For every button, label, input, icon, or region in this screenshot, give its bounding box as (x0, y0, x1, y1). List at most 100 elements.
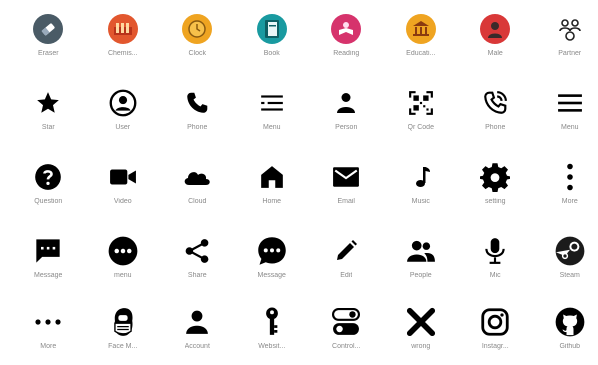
icon-label: Male (487, 50, 503, 57)
icon-tile-control[interactable]: Control... (309, 299, 384, 355)
music-icon (406, 162, 436, 192)
phone-call-icon (480, 88, 510, 118)
icon-tile-education[interactable]: Educati... (384, 10, 459, 66)
icon-tile-share[interactable]: Share (160, 224, 235, 299)
icon-label: menu (113, 272, 132, 279)
icon-tile-hamburger[interactable]: Menu (533, 66, 598, 150)
icon-tile-message[interactable]: Message (11, 224, 86, 299)
eraser-icon (33, 14, 64, 44)
icon-label: Control... (332, 343, 361, 350)
qr-code-icon (406, 88, 436, 118)
icon-label: Menu (560, 124, 579, 131)
menu-dots-icon (108, 236, 138, 266)
icon-tile-clock[interactable]: Clock (160, 10, 235, 66)
icon-label: Email (337, 198, 355, 205)
icon-label: Person (335, 124, 358, 131)
icon-tile-website-key[interactable]: Websit... (235, 299, 310, 355)
icon-tile-qr-code[interactable]: Qr Code (384, 66, 459, 150)
icon-label: wrong (411, 343, 431, 350)
people-icon (406, 236, 436, 266)
icon-label: People (409, 272, 432, 279)
book-icon (256, 14, 287, 44)
icon-label: Mic (489, 272, 501, 279)
icon-label: Qr Code (407, 124, 434, 131)
icon-tile-phone-call[interactable]: Phone (458, 66, 533, 150)
icon-label: More (561, 198, 578, 205)
icon-label: setting (484, 198, 506, 205)
wrong-icon (406, 307, 436, 337)
icon-label: Menu (262, 124, 281, 131)
message-icon (33, 236, 63, 266)
icon-tile-phone[interactable]: Phone (160, 66, 235, 150)
icon-tile-male[interactable]: Male (458, 10, 533, 66)
icon-tile-user[interactable]: User (86, 66, 161, 150)
gear-icon (480, 162, 511, 192)
hamburger-icon (555, 88, 585, 118)
phone-icon (182, 88, 212, 118)
cloud-icon (182, 162, 212, 192)
icon-tile-github[interactable]: Github (533, 299, 598, 355)
icon-label: Cloud (188, 198, 207, 205)
instagram-icon (480, 307, 510, 337)
icon-tile-more-horizontal[interactable]: More (11, 299, 86, 355)
icon-tile-wrong[interactable]: wrong (384, 299, 459, 355)
steam-icon (555, 236, 585, 266)
icon-tile-star[interactable]: Star (11, 66, 86, 150)
icon-tile-mic[interactable]: Mic (458, 224, 533, 299)
clock-icon (182, 14, 213, 44)
icon-tile-menu-dots[interactable]: menu (86, 224, 161, 299)
icon-label: Reading (333, 50, 360, 57)
home-icon (257, 162, 287, 192)
icon-tile-home[interactable]: Home (235, 150, 310, 224)
share-icon (182, 236, 212, 266)
icon-label: Edit (340, 272, 353, 279)
icon-label: Github (559, 343, 581, 350)
icon-tile-video[interactable]: Video (86, 150, 161, 224)
icon-label: Star (41, 124, 55, 131)
icon-tile-edit[interactable]: Edit (309, 224, 384, 299)
icon-label: Home (262, 198, 282, 205)
star-icon (33, 88, 63, 118)
icon-tile-book[interactable]: Book (235, 10, 310, 66)
icon-label: User (115, 124, 131, 131)
icon-tile-chemistry[interactable]: Chemis... (86, 10, 161, 66)
user-icon (108, 88, 138, 118)
icon-tile-eraser[interactable]: Eraser (11, 10, 86, 66)
icon-label: Phone (187, 124, 208, 131)
icon-label: Steam (559, 272, 580, 279)
icon-grid: Eraser Chemis... Clock Book Reading Educ… (11, 10, 598, 355)
education-icon (405, 14, 436, 44)
icon-label: Instagr... (481, 343, 509, 350)
icon-tile-chat[interactable]: Message (235, 224, 310, 299)
icon-label: Clock (188, 50, 206, 57)
icon-tile-cloud[interactable]: Cloud (160, 150, 235, 224)
icon-tile-question[interactable]: Question (11, 150, 86, 224)
icon-tile-face-mask[interactable]: Face M... (86, 299, 161, 355)
icon-label: Share (187, 272, 207, 279)
icon-label: More (40, 343, 57, 350)
reading-icon (331, 14, 362, 44)
icon-tile-more-vertical[interactable]: More (533, 150, 598, 224)
mic-icon (480, 236, 510, 266)
icon-label: Phone (485, 124, 506, 131)
email-icon (331, 162, 361, 192)
face-mask-icon (108, 307, 138, 337)
icon-tile-menu[interactable]: Menu (235, 66, 310, 150)
icon-tile-person[interactable]: Person (309, 66, 384, 150)
more-horizontal-icon (33, 307, 63, 337)
icon-label: Account (184, 343, 210, 350)
icon-tile-reading[interactable]: Reading (309, 10, 384, 66)
icon-tile-setting[interactable]: setting (458, 150, 533, 224)
icon-label: Chemis... (107, 50, 138, 57)
icon-label: Question (34, 198, 63, 205)
icon-tile-account[interactable]: Account (160, 299, 235, 355)
icon-tile-instagram[interactable]: Instagr... (458, 299, 533, 355)
icon-tile-people[interactable]: People (384, 224, 459, 299)
icon-tile-email[interactable]: Email (309, 150, 384, 224)
icon-tile-steam[interactable]: Steam (533, 224, 598, 299)
icon-tile-partner[interactable]: Partner (533, 10, 598, 66)
icon-tile-music[interactable]: Music (384, 150, 459, 224)
chat-icon (257, 236, 287, 266)
icon-label: Music (411, 198, 430, 205)
more-vertical-icon (555, 162, 585, 192)
